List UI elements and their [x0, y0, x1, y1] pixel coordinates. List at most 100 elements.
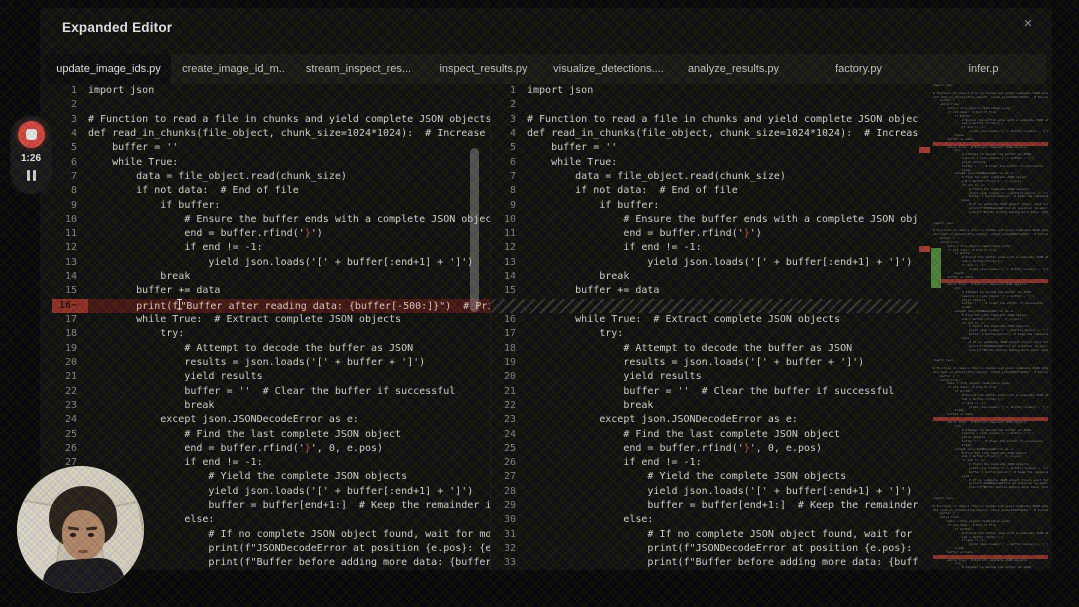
- line-text: while True: # Extract complete JSON obje…: [88, 314, 402, 325]
- code-line[interactable]: 29 buffer = buffer[end+1:] # Keep the re…: [491, 499, 918, 513]
- code-line[interactable]: 8 if not data: # End of file: [52, 184, 490, 198]
- code-line[interactable]: 2: [491, 98, 918, 112]
- code-line[interactable]: 11 end = buffer.rfind('}'): [491, 227, 918, 241]
- webcam-overlay[interactable]: [17, 466, 144, 593]
- tab-infer.p[interactable]: infer.p: [921, 54, 1046, 84]
- minimap[interactable]: import json # Function to read a file in …: [920, 84, 1048, 570]
- code-line[interactable]: 13 yield json.loads('[' + buffer[:end+1]…: [491, 256, 918, 270]
- code-line[interactable]: 24 # Find the last complete JSON object: [491, 428, 918, 442]
- code-line[interactable]: 1 import json: [491, 84, 918, 98]
- code-line[interactable]: 5 buffer = '': [491, 141, 918, 155]
- tab-analyze_results.py[interactable]: analyze_results.py: [671, 54, 796, 84]
- code-line[interactable]: 6 while True:: [52, 156, 490, 170]
- line-number: 16: [503, 314, 516, 325]
- code-line[interactable]: 23 except json.JSONDecodeError as e:: [491, 413, 918, 427]
- minimap-line: print(f"Buffer before adding more data: …: [933, 348, 1048, 352]
- code-line[interactable]: 27 # Yield the complete JSON objects: [491, 470, 918, 484]
- code-line[interactable]: 18 # Attempt to decode the buffer as JSO…: [491, 342, 918, 356]
- tab-inspect_results.py[interactable]: inspect_results.py: [421, 54, 546, 84]
- code-line[interactable]: 33 print(f"Buffer before adding more dat…: [491, 556, 918, 570]
- pause-button[interactable]: [26, 170, 36, 181]
- code-line[interactable]: 21 buffer = '' # Clear the buffer if suc…: [491, 385, 918, 399]
- line-text: end = buffer.rfind('}', 0, e.pos): [527, 442, 823, 454]
- code-line[interactable]: 25 end = buffer.rfind('}', 0, e.pos): [491, 442, 918, 456]
- code-line[interactable]: 31 # If no complete JSON object found, w…: [491, 528, 918, 542]
- line-number: 1: [509, 85, 516, 96]
- tab-create_image_id_m..[interactable]: create_image_id_m..: [171, 54, 296, 84]
- code-line[interactable]: 19 results = json.loads('[' + buffer + '…: [491, 356, 918, 370]
- code-line[interactable]: 25 # Find the last complete JSON object: [52, 428, 490, 442]
- code-line[interactable]: 17 try:: [491, 327, 918, 341]
- code-line[interactable]: 32 print(f"JSONDecodeError at position {…: [491, 542, 918, 556]
- code-line[interactable]: 5 buffer = '': [52, 141, 490, 155]
- code-line[interactable]: 14 break: [52, 270, 490, 284]
- line-text: yield results: [527, 371, 702, 383]
- code-line[interactable]: 3 # Function to read a file in chunks and…: [52, 113, 490, 127]
- code-line[interactable]: 22 break: [491, 399, 918, 413]
- code-line[interactable]: 15 buffer += data: [52, 284, 490, 298]
- code-line[interactable]: 14 break: [491, 270, 918, 284]
- tab-visualize_detections....[interactable]: visualize_detections....: [546, 54, 671, 84]
- line-text: buffer = '' # Clear the buffer if succes…: [88, 385, 456, 397]
- code-line[interactable]: 24 except json.JSONDecodeError as e:: [52, 413, 490, 427]
- code-line[interactable]: 26 end = buffer.rfind('}', 0, e.pos): [52, 442, 490, 456]
- code-line[interactable]: 20 results = json.loads('[' + buffer + '…: [52, 356, 490, 370]
- code-line[interactable]: 10 # Ensure the buffer ends with a compl…: [491, 213, 918, 227]
- line-text: # If no complete JSON object found, wait…: [527, 528, 918, 540]
- code-line[interactable]: 28 yield json.loads('[' + buffer[:end+1]…: [491, 485, 918, 499]
- code-line[interactable]: 8 if not data: # End of file: [491, 184, 918, 198]
- code-line[interactable]: 19 # Attempt to decode the buffer as JSO…: [52, 342, 490, 356]
- code-line[interactable]: 10 # Ensure the buffer ends with a compl…: [52, 213, 490, 227]
- stop-icon: [25, 129, 37, 140]
- text-cursor-icon: [176, 298, 182, 310]
- code-line[interactable]: 20 yield results: [491, 370, 918, 384]
- left-panel-scrollbar[interactable]: [470, 148, 479, 312]
- code-line[interactable]: 18 try:: [52, 327, 490, 341]
- code-line[interactable]: 21 yield results: [52, 370, 490, 384]
- line-number: 7: [509, 170, 516, 182]
- code-line[interactable]: 22 buffer = '' # Clear the buffer if suc…: [52, 385, 490, 399]
- line-text: if not data: # End of file: [88, 185, 299, 197]
- code-line[interactable]: 30 else:: [491, 513, 918, 527]
- line-text: yield json.loads('[' + buffer[:end+1] + …: [88, 256, 474, 268]
- code-line[interactable]: 7 data = file_object.read(chunk_size): [52, 170, 490, 184]
- line-text: end = buffer.rfind('}'): [88, 228, 323, 240]
- minimap-line: print(f"Buffer before adding more data: …: [933, 210, 1048, 214]
- line-number: 17: [64, 314, 77, 325]
- line-number: 8: [509, 185, 516, 197]
- diff-panel-modified[interactable]: 1 import json 2 3 # Function to read a file …: [490, 84, 918, 570]
- close-icon[interactable]: ×: [1018, 14, 1038, 34]
- tab-update_image_ids.py[interactable]: update_image_ids.py: [46, 54, 171, 84]
- code-line[interactable]: 23 break: [52, 399, 490, 413]
- code-line[interactable]: 2: [52, 98, 490, 112]
- line-number: 26: [64, 442, 77, 454]
- line-text: import json: [88, 85, 155, 96]
- code-line[interactable]: 1 import json: [52, 84, 490, 98]
- code-line[interactable]: 16 while True: # Extract complete JSON o…: [491, 313, 918, 327]
- tab-factory.py[interactable]: factory.py: [796, 54, 921, 84]
- line-text: buffer += data: [527, 285, 660, 297]
- code-line[interactable]: 3 # Function to read a file in chunks and…: [491, 113, 918, 127]
- code-line[interactable]: 13 yield json.loads('[' + buffer[:end+1]…: [52, 256, 490, 270]
- code-line[interactable]: 7 data = file_object.read(chunk_size): [491, 170, 918, 184]
- line-text: buffer = '' # Clear the buffer if succes…: [527, 385, 895, 397]
- code-line[interactable]: 15 buffer += data: [491, 284, 918, 298]
- code-line[interactable]: 4 def read_in_chunks(file_object, chunk_s…: [52, 127, 490, 141]
- stop-record-button[interactable]: [17, 121, 45, 148]
- line-text: yield json.loads('[' + buffer[:end+1] + …: [527, 485, 913, 497]
- code-line[interactable]: 4 def read_in_chunks(file_object, chunk_s…: [491, 127, 918, 141]
- code-line[interactable]: 12 if end != -1:: [491, 241, 918, 255]
- code-line[interactable]: 9 if buffer:: [52, 199, 490, 213]
- code-line[interactable]: 9 if buffer:: [491, 199, 918, 213]
- code-line[interactable]: 11 end = buffer.rfind('}'): [52, 227, 490, 241]
- code-line[interactable]: 12 if end != -1:: [52, 241, 490, 255]
- webcam-person-face: [62, 510, 105, 560]
- deleted-code-line[interactable]: 16− print(f "Buffer after reading data: {…: [52, 298, 490, 313]
- line-text: # Ensure the buffer ends with a complete…: [88, 213, 490, 225]
- tab-stream_inspect_res...[interactable]: stream_inspect_res...: [296, 54, 421, 84]
- code-line[interactable]: 26 if end != -1:: [491, 456, 918, 470]
- line-number: 12: [503, 242, 516, 254]
- line-text: print(f"JSONDecodeError at position {e.p…: [527, 543, 918, 554]
- code-line[interactable]: 17 while True: # Extract complete JSON o…: [52, 313, 490, 327]
- code-line[interactable]: 6 while True:: [491, 156, 918, 170]
